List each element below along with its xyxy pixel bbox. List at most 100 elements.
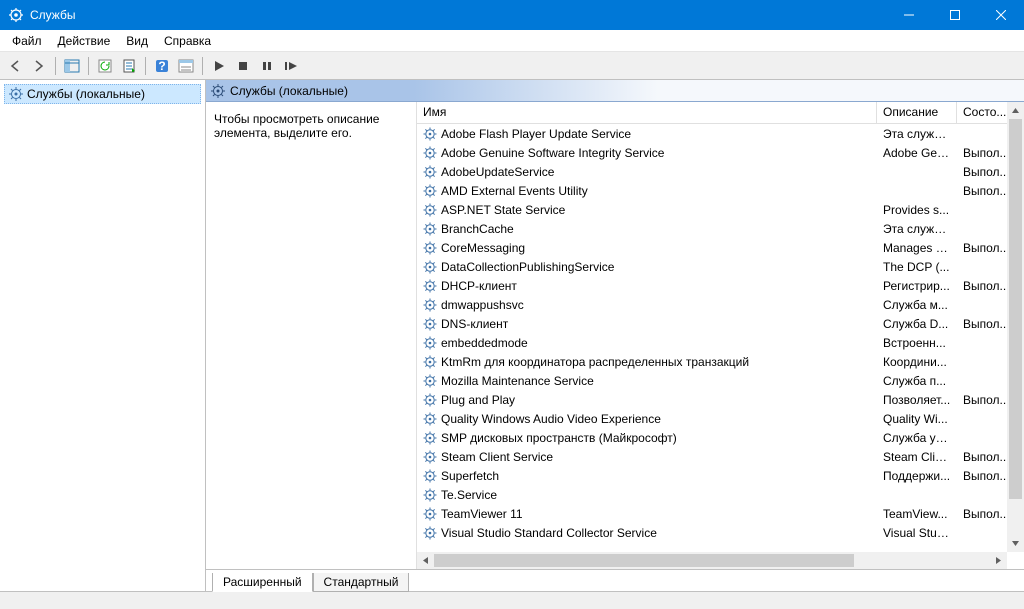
service-row[interactable]: DNS-клиентСлужба D...Выпол... [417,314,1024,333]
service-row[interactable]: DataCollectionPublishingService The DCP (… [417,257,1024,276]
service-description: Quality Wi... [877,412,957,426]
service-gear-icon [423,374,437,388]
service-row[interactable]: TeamViewer 11TeamView...Выпол... [417,504,1024,523]
service-description: Позволяет... [877,393,957,407]
service-name: Superfetch [441,469,499,483]
horizontal-scrollbar[interactable] [417,552,1007,569]
statusbar [0,591,1024,609]
service-gear-icon [423,260,437,274]
description-hint: Чтобы просмотреть описание элемента, выд… [214,112,408,140]
pause-service-button[interactable] [256,55,278,77]
service-row[interactable]: SMP дисковых пространств (Майкрософт) Слу… [417,428,1024,447]
service-row[interactable]: Plug and PlayПозволяет...Выпол... [417,390,1024,409]
service-row[interactable]: dmwappushsvcСлужба м... [417,295,1024,314]
tab-standard[interactable]: Стандартный [313,573,410,592]
vertical-scrollbar[interactable] [1007,102,1024,552]
toolbar: ? [0,52,1024,80]
service-row[interactable]: ASP.NET State ServiceProvides s... [417,200,1024,219]
service-name: Plug and Play [441,393,515,407]
menu-file[interactable]: Файл [4,32,50,50]
service-row[interactable]: AMD External Events UtilityВыпол... [417,181,1024,200]
service-name: TeamViewer 11 [441,507,523,521]
tab-extended[interactable]: Расширенный [212,573,313,592]
service-row[interactable]: embeddedmode Встроенн... [417,333,1024,352]
service-row[interactable]: CoreMessagingManages c...Выпол... [417,238,1024,257]
service-gear-icon [423,488,437,502]
minimize-button[interactable] [886,0,932,30]
scroll-down-icon[interactable] [1007,535,1024,552]
service-row[interactable]: Steam Client ServiceSteam Clie...Выпол..… [417,447,1024,466]
service-name: embeddedmode [441,336,528,350]
service-description: The DCP (... [877,260,957,274]
tree-pane: Службы (локальные) [0,80,206,591]
service-name: SMP дисковых пространств (Майкрософт) [441,431,677,445]
tree-root-item[interactable]: Службы (локальные) [4,84,201,104]
service-name: CoreMessaging [441,241,525,255]
service-row[interactable]: Visual Studio Standard Collector Service… [417,523,1024,542]
service-description: Встроенн... [877,336,957,350]
service-description: TeamView... [877,507,957,521]
view-tabs: Расширенный Стандартный [206,569,1024,591]
stop-service-button[interactable] [232,55,254,77]
menu-view[interactable]: Вид [118,32,156,50]
maximize-button[interactable] [932,0,978,30]
close-button[interactable] [978,0,1024,30]
service-description: Provides s... [877,203,957,217]
back-button[interactable] [4,55,26,77]
service-name: KtmRm для координатора распределенных тр… [441,355,749,369]
service-gear-icon [423,431,437,445]
list-header: Имя Описание Состо... [417,102,1024,124]
window-title: Службы [30,8,886,22]
menu-action[interactable]: Действие [50,32,119,50]
service-name: Mozilla Maintenance Service [441,374,594,388]
services-app-icon [8,7,24,23]
service-name: DHCP-клиент [441,279,517,293]
show-hide-tree-button[interactable] [61,55,83,77]
service-gear-icon [423,222,437,236]
service-name: DNS-клиент [441,317,508,331]
service-name: Adobe Flash Player Update Service [441,127,631,141]
service-gear-icon [423,336,437,350]
start-service-button[interactable] [208,55,230,77]
service-name: Quality Windows Audio Video Experience [441,412,661,426]
refresh-button[interactable] [94,55,116,77]
service-row[interactable]: BranchCacheЭта служб... [417,219,1024,238]
service-description: Visual Stud... [877,526,957,540]
service-gear-icon [423,298,437,312]
service-description: Служба уз... [877,431,957,445]
service-row[interactable]: Mozilla Maintenance ServiceСлужба п... [417,371,1024,390]
menu-help[interactable]: Справка [156,32,219,50]
service-row[interactable]: SuperfetchПоддержи...Выпол... [417,466,1024,485]
scroll-up-icon[interactable] [1007,102,1024,119]
scroll-thumb[interactable] [1009,119,1022,499]
service-row[interactable]: Adobe Genuine Software Integrity Service… [417,143,1024,162]
column-description[interactable]: Описание [877,102,957,123]
properties-button[interactable] [175,55,197,77]
service-name: DataCollectionPublishingService [441,260,614,274]
gear-icon [211,84,225,98]
forward-button[interactable] [28,55,50,77]
service-gear-icon [423,165,437,179]
service-description: Adobe Gen... [877,146,957,160]
services-list: Имя Описание Состо... Adobe Flash Player… [416,102,1024,569]
column-name[interactable]: Имя [417,102,877,123]
service-row[interactable]: DHCP-клиентРегистрир...Выпол... [417,276,1024,295]
service-gear-icon [423,241,437,255]
menubar: Файл Действие Вид Справка [0,30,1024,52]
service-row[interactable]: Adobe Flash Player Update ServiceЭта слу… [417,124,1024,143]
service-row[interactable]: Te.Service [417,485,1024,504]
restart-service-button[interactable] [280,55,302,77]
scroll-thumb-h[interactable] [434,554,854,567]
help-button[interactable]: ? [151,55,173,77]
scroll-left-icon[interactable] [417,552,434,569]
service-row[interactable]: AdobeUpdateServiceВыпол... [417,162,1024,181]
service-row[interactable]: Quality Windows Audio Video Experience Qu… [417,409,1024,428]
service-gear-icon [423,393,437,407]
service-name: Visual Studio Standard Collector Service [441,526,657,540]
service-row[interactable]: KtmRm для координатора распределенных тр… [417,352,1024,371]
export-list-button[interactable] [118,55,140,77]
scroll-right-icon[interactable] [990,552,1007,569]
content-header-title: Службы (локальные) [230,84,348,98]
service-name: Adobe Genuine Software Integrity Service [441,146,664,160]
gear-icon [9,87,23,101]
